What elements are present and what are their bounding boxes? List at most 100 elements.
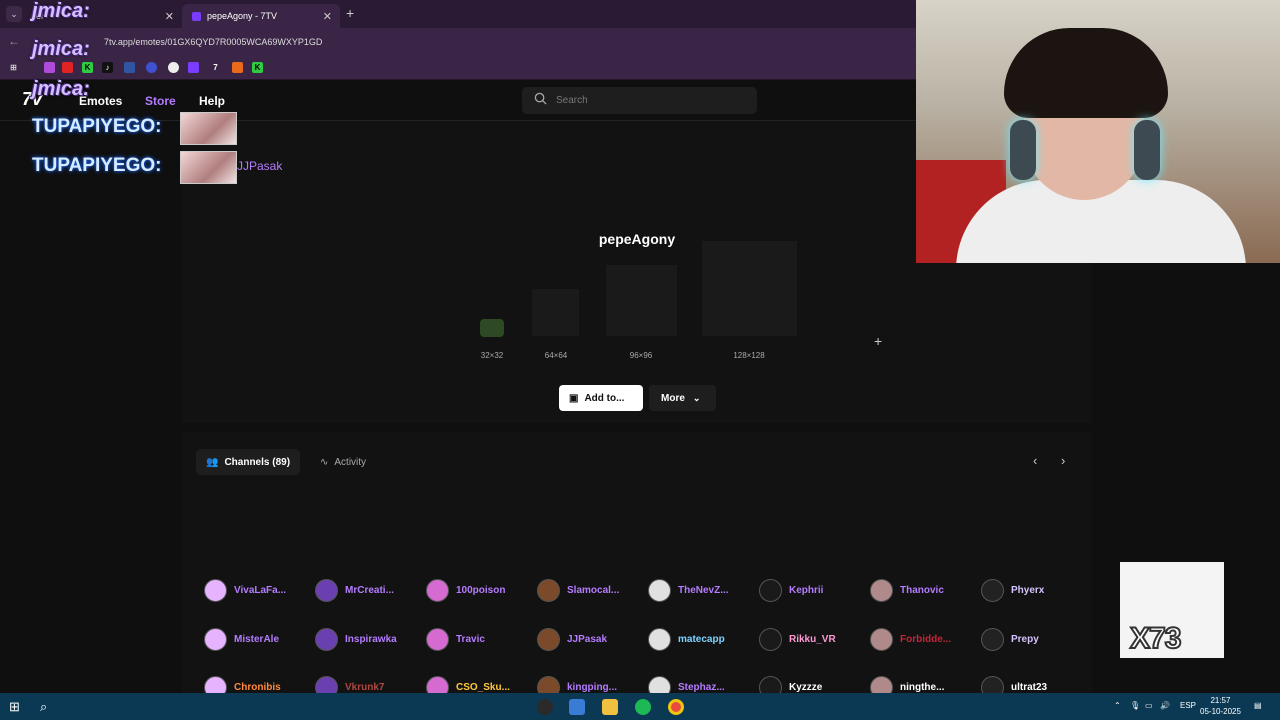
channel-item[interactable]: Inspirawka xyxy=(315,627,397,651)
chrome-icon[interactable] xyxy=(668,699,684,715)
volume-icon[interactable]: 🔊 xyxy=(1160,701,1170,710)
youtube-icon[interactable] xyxy=(62,62,73,73)
url-field[interactable]: 7tv.app/emotes/01GX6QYD7R0005WCA69WXYP1G… xyxy=(104,37,322,47)
channels-section: 👥 Channels (89) ∿ Activity ‹ › VivaLaFa.… xyxy=(182,432,1092,699)
avatar xyxy=(981,578,1004,602)
clock[interactable]: 21:57 05-10-2025 xyxy=(1200,695,1241,717)
channel-item[interactable]: TheNevZ... xyxy=(648,578,729,602)
bookmark-icon[interactable] xyxy=(44,62,55,73)
crosshair-cursor-icon: + xyxy=(874,333,883,349)
tab-activity[interactable]: ∿ Activity xyxy=(310,449,376,475)
7tv-favicon-icon xyxy=(192,11,201,21)
size-label: 32×32 xyxy=(480,351,504,360)
emote-preview-96 xyxy=(606,265,677,336)
clock-date: 05-10-2025 xyxy=(1200,707,1241,716)
channel-item[interactable]: Travic xyxy=(426,627,485,651)
kick-icon[interactable]: K xyxy=(82,62,93,73)
notification-icon[interactable]: ▤ xyxy=(1254,701,1262,710)
tray-chevron-icon[interactable]: ⌃ xyxy=(1114,701,1121,710)
channel-name: kingping... xyxy=(567,681,617,693)
back-arrow-icon[interactable]: ← xyxy=(8,34,20,48)
emote-author[interactable]: JJPasak xyxy=(237,159,282,173)
avatar xyxy=(870,578,893,602)
channel-item[interactable]: matecapp xyxy=(648,627,725,651)
next-page-icon[interactable]: › xyxy=(1061,453,1065,468)
headphone-icon xyxy=(1010,120,1036,180)
avatar xyxy=(537,578,560,602)
channel-item[interactable]: MrCreati... xyxy=(315,578,394,602)
app-icon[interactable] xyxy=(537,699,553,715)
channel-item[interactable]: Phyerx xyxy=(981,578,1044,602)
channel-name: Vkrunk7 xyxy=(345,681,385,693)
tab-label: pepeAgony - 7TV xyxy=(207,11,278,21)
language-indicator[interactable]: ESP xyxy=(1180,701,1196,710)
emote-preview-64 xyxy=(532,289,579,336)
chat-line: jmica: xyxy=(32,0,90,22)
channel-name: MrCreati... xyxy=(345,584,394,596)
bookmark-icon[interactable] xyxy=(124,62,135,73)
channel-name: Travic xyxy=(456,633,485,645)
add-to-button[interactable]: ▣ Add to... xyxy=(559,385,643,411)
avatar xyxy=(204,578,227,602)
channel-item[interactable]: VivaLaFa... xyxy=(204,578,286,602)
avatar xyxy=(426,627,449,651)
combo-counter-overlay: X73 xyxy=(1120,562,1224,658)
prev-page-icon[interactable]: ‹ xyxy=(1033,453,1037,468)
channel-item[interactable]: Forbidde... xyxy=(870,627,951,651)
search-icon[interactable]: ⌕ xyxy=(40,699,56,715)
apps-grid-icon[interactable]: ⊞ xyxy=(8,62,19,73)
avatar xyxy=(981,627,1004,651)
tab-channels[interactable]: 👥 Channels (89) xyxy=(196,449,301,475)
activity-icon: ∿ xyxy=(320,456,329,468)
bookmark-icon[interactable] xyxy=(168,62,179,73)
avatar xyxy=(315,578,338,602)
channel-item[interactable]: MisterAle xyxy=(204,627,279,651)
channel-item[interactable]: Rikku_VR xyxy=(759,627,836,651)
avatar xyxy=(426,578,449,602)
windows-start-icon[interactable]: ⊞ xyxy=(9,699,25,715)
search-input[interactable]: Search xyxy=(522,87,757,114)
channel-name: MisterAle xyxy=(234,633,280,645)
channel-name: Slamocal... xyxy=(567,584,620,596)
channel-name: ningthe... xyxy=(900,681,945,693)
bookmark-icon[interactable] xyxy=(146,62,157,73)
kick-icon[interactable]: K xyxy=(252,62,263,73)
channel-name: Kephrii xyxy=(789,584,824,596)
close-icon[interactable]: ✕ xyxy=(165,10,174,23)
bookmark-icon[interactable] xyxy=(188,62,199,73)
headphone-icon xyxy=(1134,120,1160,180)
clock-time: 21:57 xyxy=(1210,696,1231,705)
close-icon[interactable]: ✕ xyxy=(323,10,332,23)
spotify-icon[interactable] xyxy=(635,699,651,715)
bookmark-icon[interactable] xyxy=(232,62,243,73)
nav-help[interactable]: Help xyxy=(199,94,225,108)
tab-channels-label: Channels (89) xyxy=(224,456,291,468)
folder-icon[interactable] xyxy=(602,699,618,715)
channel-item[interactable]: Slamocal... xyxy=(537,578,619,602)
microphone-icon[interactable]: 🎙 xyxy=(1130,701,1140,710)
network-icon[interactable]: ▭ xyxy=(1145,701,1153,710)
avatar xyxy=(759,578,782,602)
channel-name: Chronibis xyxy=(234,681,281,693)
tab-search-menu[interactable]: ⌄ xyxy=(6,6,22,22)
search-placeholder: Search xyxy=(556,95,588,106)
more-button[interactable]: More ⌄ xyxy=(649,385,716,411)
webcam-overlay xyxy=(916,0,1280,263)
tiktok-icon[interactable]: ♪ xyxy=(102,62,113,73)
channel-item[interactable]: 100poison xyxy=(426,578,505,602)
nav-store[interactable]: Store xyxy=(145,94,176,108)
channel-name: Prepy xyxy=(1011,633,1039,645)
channel-name: ultrat23 xyxy=(1011,681,1048,693)
channel-item[interactable]: Kephrii xyxy=(759,578,823,602)
channel-name: Inspirawka xyxy=(345,633,397,645)
store-icon[interactable] xyxy=(569,699,585,715)
tab-active[interactable]: pepeAgony - 7TV ✕ xyxy=(182,4,340,28)
channel-item[interactable]: Prepy xyxy=(981,627,1039,651)
channel-item[interactable]: JJPasak xyxy=(537,627,607,651)
channel-item[interactable]: Thanovic xyxy=(870,578,944,602)
7tv-bookmark-icon[interactable]: 7 xyxy=(210,62,221,73)
folder-plus-icon: ▣ xyxy=(569,392,579,404)
screen: ⌄ el ✕ pepeAgony - 7TV ✕ + ← 7tv.app/emo… xyxy=(0,0,1280,720)
new-tab-button[interactable]: + xyxy=(346,5,354,21)
channel-name: Thanovic xyxy=(900,584,944,596)
